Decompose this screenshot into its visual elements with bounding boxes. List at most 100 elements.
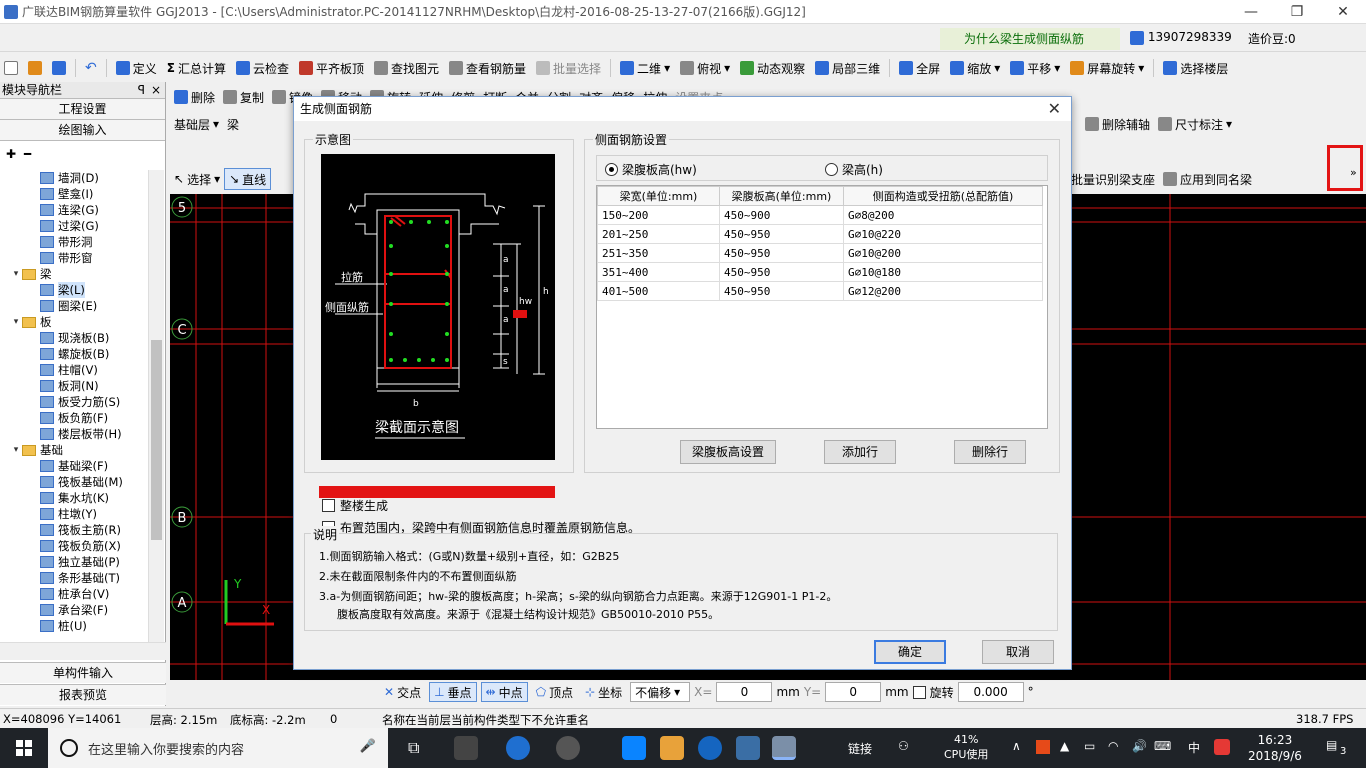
drawing-input-button[interactable]: 绘图输入: [0, 120, 165, 141]
tree-item[interactable]: 圈梁(E): [0, 298, 148, 314]
summary-button[interactable]: Σ 汇总计算: [163, 57, 230, 79]
tree-item[interactable]: 过梁(G): [0, 218, 148, 234]
tree-item[interactable]: 楼层板带(H): [0, 426, 148, 442]
app-cad-icon[interactable]: [736, 736, 760, 760]
apply-same-name-button[interactable]: 应用到同名梁: [1159, 168, 1256, 190]
keyboard-icon[interactable]: ⌨: [1154, 739, 1171, 753]
find-element-button[interactable]: 查找图元: [370, 57, 443, 79]
tree-vertical-scrollbar[interactable]: [148, 170, 164, 642]
local-3d-button[interactable]: 局部三维: [811, 57, 884, 79]
tree-item[interactable]: 柱墩(Y): [0, 506, 148, 522]
account-label[interactable]: 13907298339: [1130, 30, 1232, 45]
intersection-snap[interactable]: ✕ 交点: [380, 682, 425, 702]
table-cell[interactable]: 201~250: [597, 224, 720, 244]
copy-button[interactable]: 复制: [219, 86, 268, 108]
glodon-g-icon[interactable]: [698, 736, 722, 760]
dynamic-view-button[interactable]: 动态观察: [736, 57, 809, 79]
table-row[interactable]: 150~200 450~900 G⌀8@200: [597, 205, 1043, 225]
app-c-icon[interactable]: [556, 736, 580, 760]
web-height-settings-button[interactable]: 梁腹板高设置: [680, 440, 776, 464]
view-2d-dropdown[interactable]: 二维 ▾: [616, 57, 674, 79]
table-cell[interactable]: G⌀10@220: [843, 224, 1043, 244]
close-panel-icon[interactable]: ×: [151, 82, 161, 98]
tree-item[interactable]: 独立基础(P): [0, 554, 148, 570]
table-cell[interactable]: G⌀10@180: [843, 262, 1043, 282]
rotate-checkbox[interactable]: [912, 685, 926, 699]
clock[interactable]: 16:23 2018/9/6: [1248, 732, 1302, 764]
sogou-ime-icon[interactable]: [1214, 739, 1230, 755]
define-button[interactable]: 定义: [112, 57, 161, 79]
report-preview-button[interactable]: 报表预览: [0, 684, 166, 705]
tree-item[interactable]: 柱帽(V): [0, 362, 148, 378]
ggj-active-app-icon[interactable]: [772, 736, 796, 760]
tray-up-arrow-icon[interactable]: ∧: [1012, 739, 1021, 753]
delete-aux-axis-button[interactable]: 删除辅轴: [1081, 113, 1154, 135]
tree-item[interactable]: 桩(U): [0, 618, 148, 634]
pan-dropdown[interactable]: 平移 ▾: [1006, 57, 1064, 79]
save-button[interactable]: [48, 57, 70, 79]
add-row-button[interactable]: 添加行: [824, 440, 896, 464]
tree-item[interactable]: 承台梁(F): [0, 602, 148, 618]
taskbar-search[interactable]: 在这里输入你要搜索的内容 🎤: [48, 728, 388, 768]
restore-button[interactable]: ❐: [1274, 0, 1320, 24]
table-row[interactable]: 401~500 450~950 G⌀12@200: [597, 281, 1043, 301]
tree-item[interactable]: 板洞(N): [0, 378, 148, 394]
select-floor-button[interactable]: 选择楼层: [1159, 57, 1232, 79]
line-button[interactable]: ↘ 直线: [224, 168, 272, 190]
tree-horizontal-scrollbar[interactable]: [0, 642, 166, 660]
expand-arrow-icon[interactable]: ▾: [10, 442, 22, 458]
coordinate-snap[interactable]: ⊹ 坐标: [581, 682, 626, 702]
col-beam-width[interactable]: 梁宽(单位:mm): [597, 186, 720, 206]
open-file-button[interactable]: [24, 57, 46, 79]
table-cell[interactable]: 450~900: [719, 205, 844, 225]
help-question-link[interactable]: 为什么梁生成侧面纵筋: [940, 28, 1120, 50]
table-cell[interactable]: 251~350: [597, 243, 720, 263]
table-cell[interactable]: G⌀10@200: [843, 243, 1043, 263]
radio-web-height[interactable]: 梁腹板高(hw): [605, 161, 697, 178]
tree-item[interactable]: 带形窗: [0, 250, 148, 266]
screen-rotate-dropdown[interactable]: 屏幕旋转 ▾: [1066, 57, 1148, 79]
expand-arrow-icon[interactable]: ▾: [10, 314, 22, 330]
tree-item[interactable]: 带形洞: [0, 234, 148, 250]
tree-item[interactable]: 板受力筋(S): [0, 394, 148, 410]
dimension-dropdown[interactable]: 尺寸标注 ▾: [1154, 113, 1236, 135]
tree-folder[interactable]: ▾ 板: [0, 314, 148, 330]
component-type-dropdown[interactable]: 梁: [223, 113, 243, 135]
flat-slab-button[interactable]: 平齐板顶: [295, 57, 368, 79]
table-row[interactable]: 251~350 450~950 G⌀10@200: [597, 243, 1043, 263]
x-input[interactable]: 0: [716, 682, 773, 702]
wifi-icon[interactable]: ◠: [1108, 739, 1118, 753]
table-row[interactable]: 201~250 450~950 G⌀10@220: [597, 224, 1043, 244]
tree-folder[interactable]: ▾ 梁: [0, 266, 148, 282]
table-cell[interactable]: 450~950: [719, 281, 844, 301]
tree-item[interactable]: 连梁(G): [0, 202, 148, 218]
collapse-all-icon[interactable]: ━: [24, 147, 31, 161]
task-view-icon[interactable]: ⧉: [408, 738, 419, 758]
dialog-close-button[interactable]: ✕: [1048, 97, 1061, 121]
ok-button[interactable]: 确定: [874, 640, 946, 664]
tree-item[interactable]: 集水坑(K): [0, 490, 148, 506]
fan-app-icon[interactable]: [454, 736, 478, 760]
view-rebar-button[interactable]: 查看钢筋量: [445, 57, 530, 79]
batch-support-button[interactable]: 批量识别梁支座: [1067, 168, 1159, 190]
table-cell[interactable]: G⌀8@200: [843, 205, 1043, 225]
people-icon[interactable]: ⚇: [898, 739, 909, 753]
expand-all-icon[interactable]: ✚: [6, 147, 16, 161]
radio-beam-height[interactable]: 梁高(h): [825, 161, 883, 178]
close-window-button[interactable]: ✕: [1320, 0, 1366, 24]
y-input[interactable]: 0: [825, 682, 882, 702]
tree-item[interactable]: 梁(L): [0, 282, 148, 298]
col-side-rebar[interactable]: 侧面构造或受扭筋(总配筋值): [843, 186, 1043, 206]
table-cell[interactable]: 450~950: [719, 224, 844, 244]
midpoint-snap[interactable]: ⇹ 中点: [480, 682, 528, 702]
floor-dropdown[interactable]: 基础层 ▾: [170, 113, 223, 135]
cancel-button[interactable]: 取消: [982, 640, 1054, 664]
side-rebar-table[interactable]: 梁宽(单位:mm) 梁腹板高(单位:mm) 侧面构造或受扭筋(总配筋值) 150…: [596, 185, 1048, 429]
select-dropdown[interactable]: ↖ 选择 ▾: [170, 168, 224, 190]
ime-indicator[interactable]: 中: [1188, 739, 1200, 756]
tree-item[interactable]: 筏板负筋(X): [0, 538, 148, 554]
undo-button[interactable]: ↶: [81, 57, 101, 79]
edge-browser-icon[interactable]: [506, 736, 530, 760]
tree-folder[interactable]: ▾ 基础: [0, 442, 148, 458]
tree-item[interactable]: 壁龛(I): [0, 186, 148, 202]
